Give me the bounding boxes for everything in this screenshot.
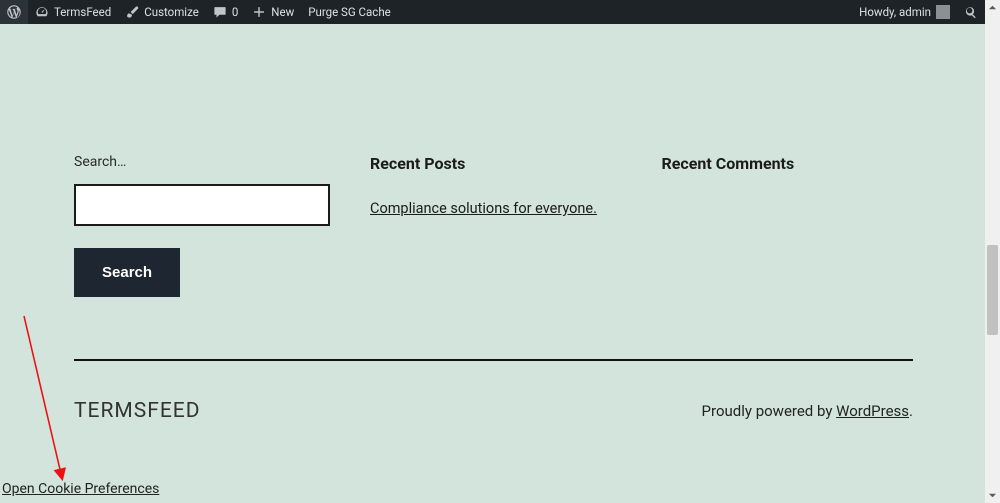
footer-brand: TERMSFEED <box>74 399 200 423</box>
search-toggle[interactable] <box>957 0 985 24</box>
search-label: Search… <box>74 154 330 170</box>
open-cookie-preferences-link[interactable]: Open Cookie Preferences <box>2 481 159 497</box>
recent-post-link[interactable]: Compliance solutions for everyone. <box>370 200 597 217</box>
scrollbar-thumb[interactable] <box>987 245 998 335</box>
site-name-menu[interactable]: TermsFeed <box>28 0 118 24</box>
powered-prefix: Proudly powered by <box>702 402 837 420</box>
recent-comments-heading: Recent Comments <box>662 154 914 173</box>
search-button[interactable]: Search <box>74 248 180 297</box>
scrollbar-track[interactable] <box>985 15 1000 488</box>
admin-bar-left: TermsFeed Customize 0 New Purge SG Cache <box>0 0 398 24</box>
purge-cache-link[interactable]: Purge SG Cache <box>301 0 398 24</box>
customize-label: Customize <box>144 5 199 19</box>
scroll-down-button[interactable] <box>985 488 1000 503</box>
recent-comments-widget: Recent Comments <box>662 154 914 297</box>
recent-posts-heading: Recent Posts <box>370 154 622 173</box>
my-account-menu[interactable]: Howdy, admin <box>852 0 957 24</box>
chevron-down-icon <box>988 491 997 500</box>
howdy-label: Howdy, admin <box>859 5 931 19</box>
new-content-menu[interactable]: New <box>245 0 301 24</box>
page-content: Search… Search Recent Posts Compliance s… <box>2 24 985 503</box>
brush-icon <box>125 5 139 19</box>
comments-link[interactable]: 0 <box>206 0 245 24</box>
search-input[interactable] <box>74 184 330 226</box>
wp-admin-bar: TermsFeed Customize 0 New Purge SG Cache… <box>0 0 985 24</box>
admin-bar-right: Howdy, admin <box>852 0 985 24</box>
wordpress-link[interactable]: WordPress <box>836 402 909 420</box>
new-label: New <box>271 5 294 19</box>
wp-logo-menu[interactable] <box>0 0 28 24</box>
comments-count: 0 <box>232 5 238 19</box>
wordpress-icon <box>7 5 21 19</box>
vertical-scrollbar[interactable] <box>985 0 1000 503</box>
search-widget: Search… Search <box>74 154 330 297</box>
avatar <box>936 5 950 19</box>
scroll-up-button[interactable] <box>985 0 1000 15</box>
site-name-label: TermsFeed <box>54 5 111 19</box>
footer-widgets: Search… Search Recent Posts Compliance s… <box>74 154 913 297</box>
plus-icon <box>252 5 266 19</box>
purge-label: Purge SG Cache <box>308 5 391 19</box>
chevron-up-icon <box>988 3 997 12</box>
gauge-icon <box>35 5 49 19</box>
powered-suffix: . <box>909 402 913 420</box>
comment-icon <box>213 5 227 19</box>
search-icon <box>964 5 978 19</box>
customize-link[interactable]: Customize <box>118 0 206 24</box>
site-footer: TERMSFEED Proudly powered by WordPress. <box>74 361 913 423</box>
recent-posts-widget: Recent Posts Compliance solutions for ev… <box>370 154 622 297</box>
footer-credit: Proudly powered by WordPress. <box>702 402 913 420</box>
